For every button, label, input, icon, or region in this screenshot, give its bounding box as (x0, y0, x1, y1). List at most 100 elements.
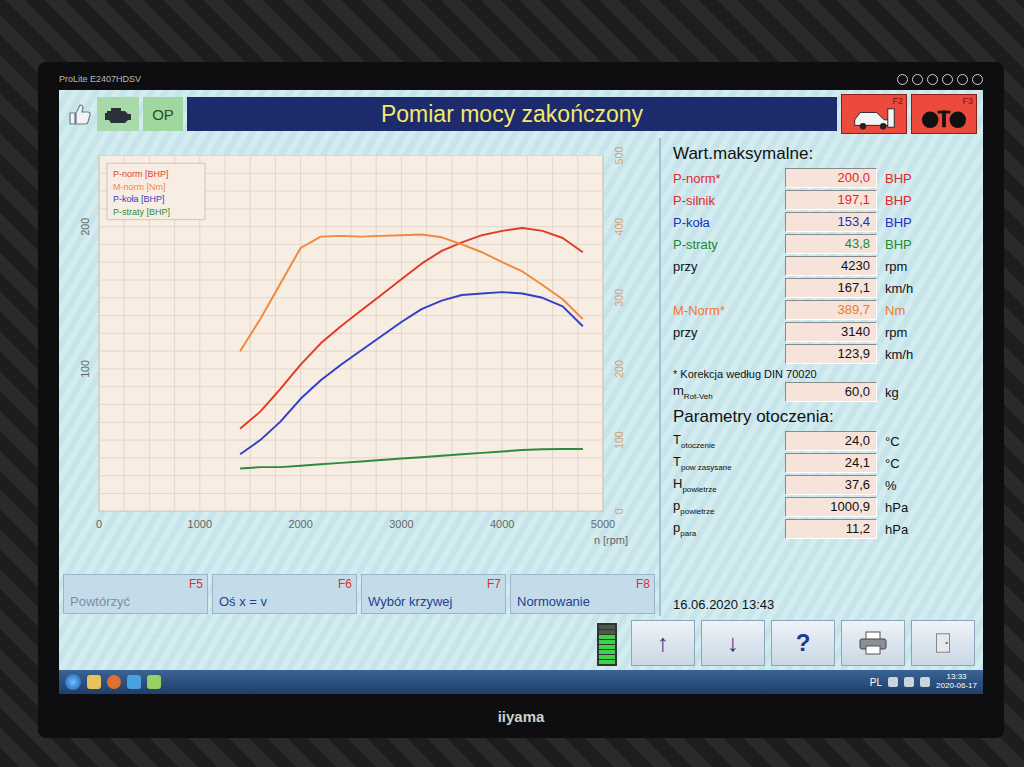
indicator-segment (599, 635, 615, 639)
value-label: ppara (673, 520, 777, 538)
value-field: 43,8 (785, 234, 877, 254)
value-field: 167,1 (785, 278, 877, 298)
grid-line (99, 244, 603, 245)
value-unit: km/h (885, 281, 931, 296)
value-field: 1000,9 (785, 497, 877, 517)
right-tick: 200 (613, 360, 625, 378)
taskbar-app-icon[interactable] (107, 675, 121, 689)
value-field: 24,1 (785, 453, 877, 473)
monitor-button-icon[interactable] (897, 74, 908, 85)
power-chart: 010002000300040005000n [rpm]100200010020… (59, 138, 659, 572)
function-key-code: F5 (189, 577, 203, 591)
car-on-dyno-icon (851, 105, 897, 131)
button-strip: ↑↓? (59, 616, 983, 670)
value-field: 389,7 (785, 300, 877, 320)
function-key-label: Wybór krzywej (368, 595, 468, 609)
indicator-segment (599, 645, 615, 649)
x-axis-label: n [rpm] (594, 534, 628, 546)
function-keys: Powtórzyć F5Oś x = v F6Wybór krzywej F7N… (59, 572, 659, 616)
legend-item: M-norm [Nm] (113, 182, 165, 192)
x-tick: 5000 (591, 518, 615, 530)
bezel-bottom: iiyama (59, 694, 983, 738)
value-field: 123,9 (785, 344, 877, 364)
series-line (240, 449, 583, 469)
ambient-row: ppowietrze 1000,9 hPa (673, 496, 973, 518)
nav-button[interactable]: ↓ (701, 620, 765, 666)
nav-button[interactable]: ? (771, 620, 835, 666)
printer-icon (858, 630, 888, 656)
value-label: ppowietrze (673, 498, 777, 516)
function-key[interactable]: Oś x = v F6 (212, 574, 357, 614)
function-key-label: Normowanie (517, 595, 606, 609)
value-unit: kg (885, 385, 931, 400)
clock[interactable]: 13:33 2020-06-17 (936, 673, 977, 691)
start-icon[interactable] (65, 674, 81, 690)
value-unit: rpm (885, 259, 931, 274)
value-label: Hpowietrze (673, 476, 777, 494)
function-key-code: F6 (338, 577, 352, 591)
grid-line (99, 493, 603, 494)
value-unit: % (885, 478, 931, 493)
monitor-button-icon[interactable] (927, 74, 938, 85)
op-button[interactable]: OP (143, 97, 183, 131)
value-unit: rpm (885, 325, 931, 340)
value-field: 153,4 (785, 212, 877, 232)
value-field: 200,0 (785, 168, 877, 188)
taskbar-app-icon[interactable] (147, 675, 161, 689)
ambient-row: Tpow zasysane 24,1 °C (673, 452, 973, 474)
right-tick: 300 (613, 289, 625, 307)
grid-line (99, 404, 603, 405)
monitor-button-icon[interactable] (972, 74, 983, 85)
right-tick: 0 (613, 508, 625, 514)
monitor: ProLite E2407HDSV OP Pomiar mocy zakończ… (38, 62, 1004, 738)
room: ProLite E2407HDSV OP Pomiar mocy zakończ… (0, 0, 1024, 767)
x-tick: 2000 (288, 518, 312, 530)
series-line (240, 292, 583, 454)
grid-line (99, 155, 603, 156)
value-field: 4230 (785, 256, 877, 276)
taskbar-app-icon[interactable] (127, 675, 141, 689)
taskbar-app-icon[interactable] (87, 675, 101, 689)
monitor-button-icon[interactable] (957, 74, 968, 85)
monitor-button-icon[interactable] (912, 74, 923, 85)
value-field: 11,2 (785, 519, 877, 539)
title-bar: Pomiar mocy zakończony (187, 97, 837, 131)
function-key[interactable]: Normowanie F8 (510, 574, 655, 614)
value-field: 37,6 (785, 475, 877, 495)
left-tick: 100 (79, 360, 91, 378)
max-values-heading: Wart.maksymalne: (673, 144, 973, 164)
value-unit: km/h (885, 347, 931, 362)
tray-icon[interactable] (888, 677, 898, 687)
print-button[interactable] (841, 620, 905, 666)
thumb-icon[interactable] (65, 100, 93, 128)
ambient-heading: Parametry otoczenia: (673, 407, 973, 427)
function-key[interactable]: Wybór krzywej F7 (361, 574, 506, 614)
function-key-button[interactable]: F2 (841, 94, 907, 134)
engine-button[interactable] (97, 97, 139, 131)
door-icon (931, 631, 955, 655)
grid-line (99, 457, 603, 458)
monitor-model: ProLite E2407HDSV (59, 74, 141, 84)
tray-icon[interactable] (904, 677, 914, 687)
indicator-segment (599, 650, 615, 654)
bezel-top: ProLite E2407HDSV (59, 68, 983, 90)
x-tick: 3000 (389, 518, 413, 530)
value-unit: hPa (885, 500, 931, 515)
indicator-segment (599, 660, 615, 664)
value-unit: BHP (885, 237, 931, 252)
max-value-row: P-norm* 200,0 BHP (673, 167, 973, 189)
legend-item: P-norm [BHP] (113, 169, 168, 179)
value-unit: Nm (885, 303, 931, 318)
tray-icon[interactable] (920, 677, 930, 687)
language-indicator[interactable]: PL (870, 677, 882, 688)
left-tick: 200 (79, 218, 91, 236)
function-key-button[interactable]: F3 (911, 94, 977, 134)
monitor-button-icon[interactable] (942, 74, 953, 85)
function-key[interactable]: Powtórzyć F5 (63, 574, 208, 614)
x-tick: 0 (96, 518, 102, 530)
nav-button[interactable]: ↑ (631, 620, 695, 666)
key-label: F3 (962, 96, 973, 106)
body: 010002000300040005000n [rpm]100200010020… (59, 138, 983, 616)
exit-button[interactable] (911, 620, 975, 666)
value-label: P-koła (673, 215, 777, 230)
